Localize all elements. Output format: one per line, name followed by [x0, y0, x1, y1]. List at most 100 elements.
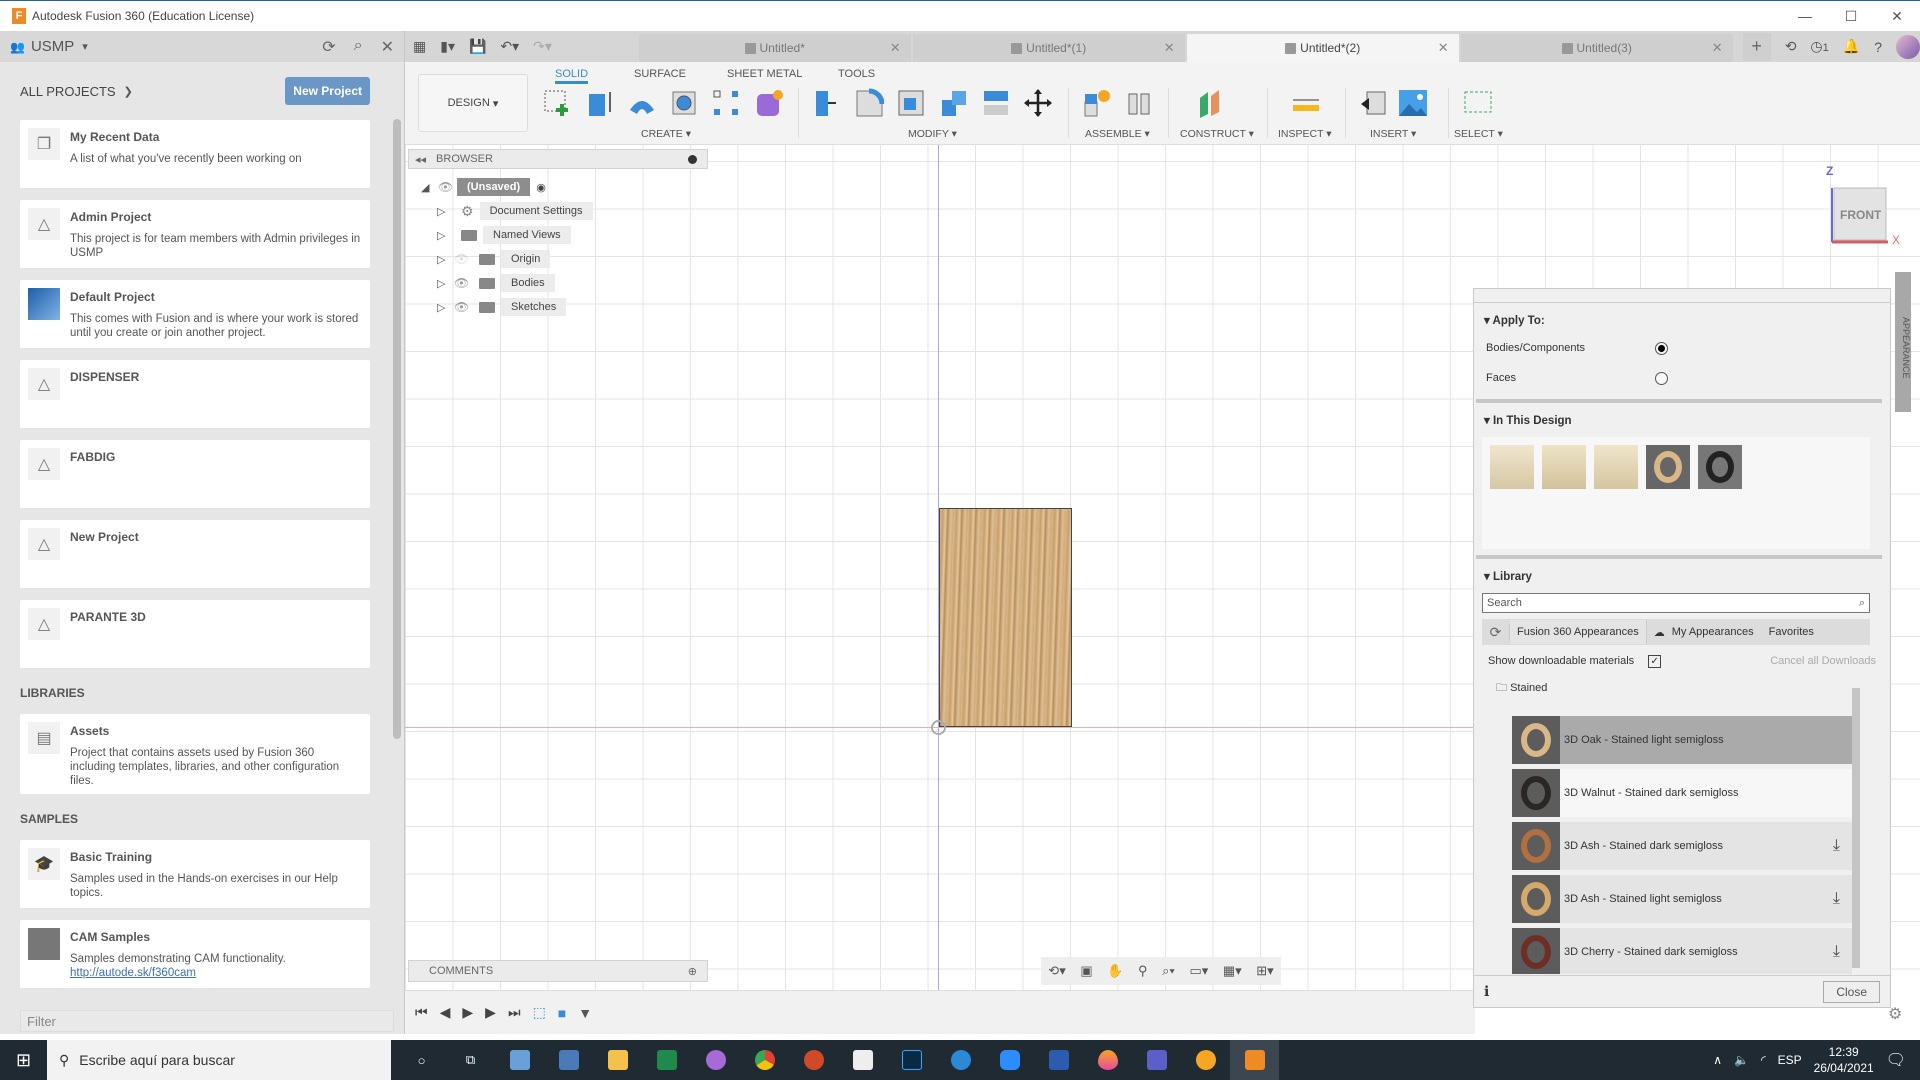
group-insert[interactable]: INSERT ▾: [1370, 128, 1416, 140]
browser-node[interactable]: ▷ 👁 Bodies: [437, 271, 593, 295]
search-icon[interactable]: ⌕: [354, 37, 363, 57]
viewports-icon[interactable]: ⊞▾: [1256, 963, 1273, 979]
close-tab-icon[interactable]: ✕: [1438, 40, 1449, 56]
joint-icon[interactable]: [1124, 88, 1154, 118]
group-create[interactable]: CREATE ▾: [641, 128, 691, 140]
save-icon[interactable]: 💾: [469, 38, 486, 55]
add-comment-icon[interactable]: ⊕: [688, 965, 697, 978]
apply-to-heading[interactable]: ▾ Apply To:: [1474, 303, 1890, 327]
swatch-wood-2[interactable]: [1542, 445, 1586, 489]
maximize-button[interactable]: ☐: [1828, 1, 1874, 31]
visibility-eye-icon[interactable]: 👁: [454, 300, 469, 314]
project-card-cam-samples[interactable]: CAM Samples Samples demonstrating CAM fu…: [20, 920, 370, 988]
language-indicator[interactable]: ESP: [1778, 1053, 1802, 1067]
tab-my-appearances[interactable]: My Appearances: [1672, 626, 1754, 638]
job-status-icon[interactable]: ◷1: [1810, 38, 1828, 55]
folder-stained[interactable]: 🗀 Stained: [1474, 677, 1890, 697]
group-inspect[interactable]: INSPECT ▾: [1278, 128, 1332, 140]
visibility-eye-icon[interactable]: 👁: [438, 180, 453, 194]
swatch-oak-ring[interactable]: [1646, 445, 1690, 489]
refresh-icon[interactable]: ⟳: [322, 37, 335, 57]
windows-start-button[interactable]: ⊞: [0, 1050, 47, 1071]
display-settings-icon[interactable]: ▭▾: [1189, 963, 1208, 979]
select-window-icon[interactable]: [1463, 88, 1493, 118]
browser-node[interactable]: ▷ Named Views: [437, 223, 593, 247]
close-panel-icon[interactable]: ✕: [381, 37, 394, 57]
orbit-icon[interactable]: ⟲▾: [1048, 963, 1065, 979]
grid-settings-icon[interactable]: ▦▾: [1223, 963, 1242, 979]
combine-icon[interactable]: [939, 88, 969, 118]
apply-faces-option[interactable]: Faces: [1474, 363, 1890, 393]
volume-icon[interactable]: 🔈: [1734, 1053, 1749, 1067]
group-select[interactable]: SELECT ▾: [1454, 128, 1503, 140]
fillet-icon[interactable]: [854, 88, 884, 118]
file-explorer-icon[interactable]: [593, 1040, 642, 1080]
material-item[interactable]: 3D Ash - Stained dark semigloss ⤓: [1512, 822, 1852, 870]
data-panel-scrollbar[interactable]: [393, 119, 401, 739]
group-construct[interactable]: CONSTRUCT ▾: [1180, 128, 1254, 140]
material-item[interactable]: 3D Oak - Stained light semigloss: [1512, 716, 1852, 764]
new-component-icon[interactable]: [1082, 88, 1112, 118]
undo-icon[interactable]: ↶▾: [500, 38, 519, 55]
sync-icon[interactable]: ⟳: [1482, 623, 1510, 641]
expand-triangle-icon[interactable]: ▷: [437, 277, 449, 290]
tab-solid[interactable]: SOLID: [555, 68, 589, 84]
wood-body[interactable]: [939, 508, 1072, 727]
extensions-icon[interactable]: ⟲: [1785, 38, 1797, 55]
offset-plane-icon[interactable]: [1195, 88, 1225, 118]
view-cube[interactable]: FRONT Z X: [1826, 164, 1900, 261]
photoshop-app-icon[interactable]: [887, 1040, 936, 1080]
browser-panel-header[interactable]: ◂◂ BROWSER: [408, 149, 708, 169]
chevron-down-icon[interactable]: ❯: [124, 85, 133, 98]
activate-radio-icon[interactable]: ◉: [536, 181, 546, 194]
chevron-down-icon[interactable]: ▾: [82, 40, 88, 53]
tab-fusion-appearances[interactable]: Fusion 360 Appearances: [1510, 620, 1647, 644]
expand-triangle-icon[interactable]: ▷: [437, 301, 449, 314]
material-item[interactable]: 3D Walnut - Stained dark semigloss: [1512, 769, 1852, 817]
project-card[interactable]: ❐ My Recent Data A list of what you've rec…: [20, 120, 370, 188]
help-icon[interactable]: ?: [1874, 39, 1882, 55]
extrude-icon[interactable]: [585, 88, 615, 118]
material-item[interactable]: 3D Ash - Stained light semigloss ⤓: [1512, 875, 1852, 923]
tree-root[interactable]: ◢ 👁 (Unsaved) ◉: [421, 175, 593, 199]
chrome-app-icon[interactable]: [740, 1040, 789, 1080]
paint3d-app-icon[interactable]: [1083, 1040, 1132, 1080]
document-tab[interactable]: Untitled*(1) ✕: [912, 34, 1185, 62]
collapse-browser-icon[interactable]: ◂◂: [415, 153, 426, 166]
clock[interactable]: 12:39 26/04/2021: [1814, 1044, 1874, 1076]
swatch-wood-1[interactable]: [1490, 445, 1534, 489]
user-avatar[interactable]: [1896, 34, 1920, 59]
close-button[interactable]: Close: [1823, 980, 1880, 1003]
material-item[interactable]: 3D Cherry - Stained dark semigloss ⤓: [1512, 928, 1852, 974]
insert-canvas-icon[interactable]: [1398, 88, 1428, 118]
new-tab-button[interactable]: +: [1742, 32, 1771, 61]
group-modify[interactable]: MODIFY ▾: [908, 128, 957, 140]
zoom-icon[interactable]: ⚲: [1138, 963, 1148, 979]
browser-node[interactable]: ▷ 👁 Origin: [437, 247, 593, 271]
move-copy-icon[interactable]: [1023, 88, 1053, 118]
radio-faces[interactable]: [1655, 371, 1668, 385]
visibility-eye-icon[interactable]: 👁: [454, 276, 469, 290]
timeline-next-icon[interactable]: ▶: [485, 1004, 496, 1021]
notifications-bell-icon[interactable]: 🔔: [1843, 38, 1860, 55]
swatch-wood-3[interactable]: [1594, 445, 1638, 489]
press-pull-icon[interactable]: [811, 88, 841, 118]
taskbar-search[interactable]: ⚲ Escribe aquí para buscar: [47, 1040, 391, 1080]
create-sketch-icon[interactable]: [542, 88, 572, 118]
project-card[interactable]: △ New Project: [20, 520, 370, 588]
wifi-icon[interactable]: ◜: [1761, 1053, 1766, 1067]
download-icon[interactable]: ⤓: [1833, 890, 1840, 908]
view-cube-face[interactable]: FRONT: [1840, 208, 1881, 222]
visibility-eye-icon[interactable]: 👁: [454, 252, 469, 266]
timeline-previous-icon[interactable]: ◀: [440, 1004, 451, 1021]
project-card[interactable]: △ DISPENSER: [20, 360, 370, 428]
library-heading[interactable]: ▾ Library: [1474, 559, 1890, 583]
expand-triangle-icon[interactable]: ▷: [437, 229, 449, 242]
settings-gear-icon[interactable]: ⚙: [1888, 1004, 1902, 1024]
project-card-assets[interactable]: ▤ Assets Project that contains assets us…: [20, 714, 370, 794]
origin-point[interactable]: [931, 720, 946, 735]
split-body-icon[interactable]: [981, 88, 1011, 118]
tab-tools[interactable]: TOOLS: [838, 68, 875, 80]
look-at-icon[interactable]: ▣: [1080, 963, 1092, 979]
minimize-browser-icon[interactable]: [688, 154, 697, 164]
